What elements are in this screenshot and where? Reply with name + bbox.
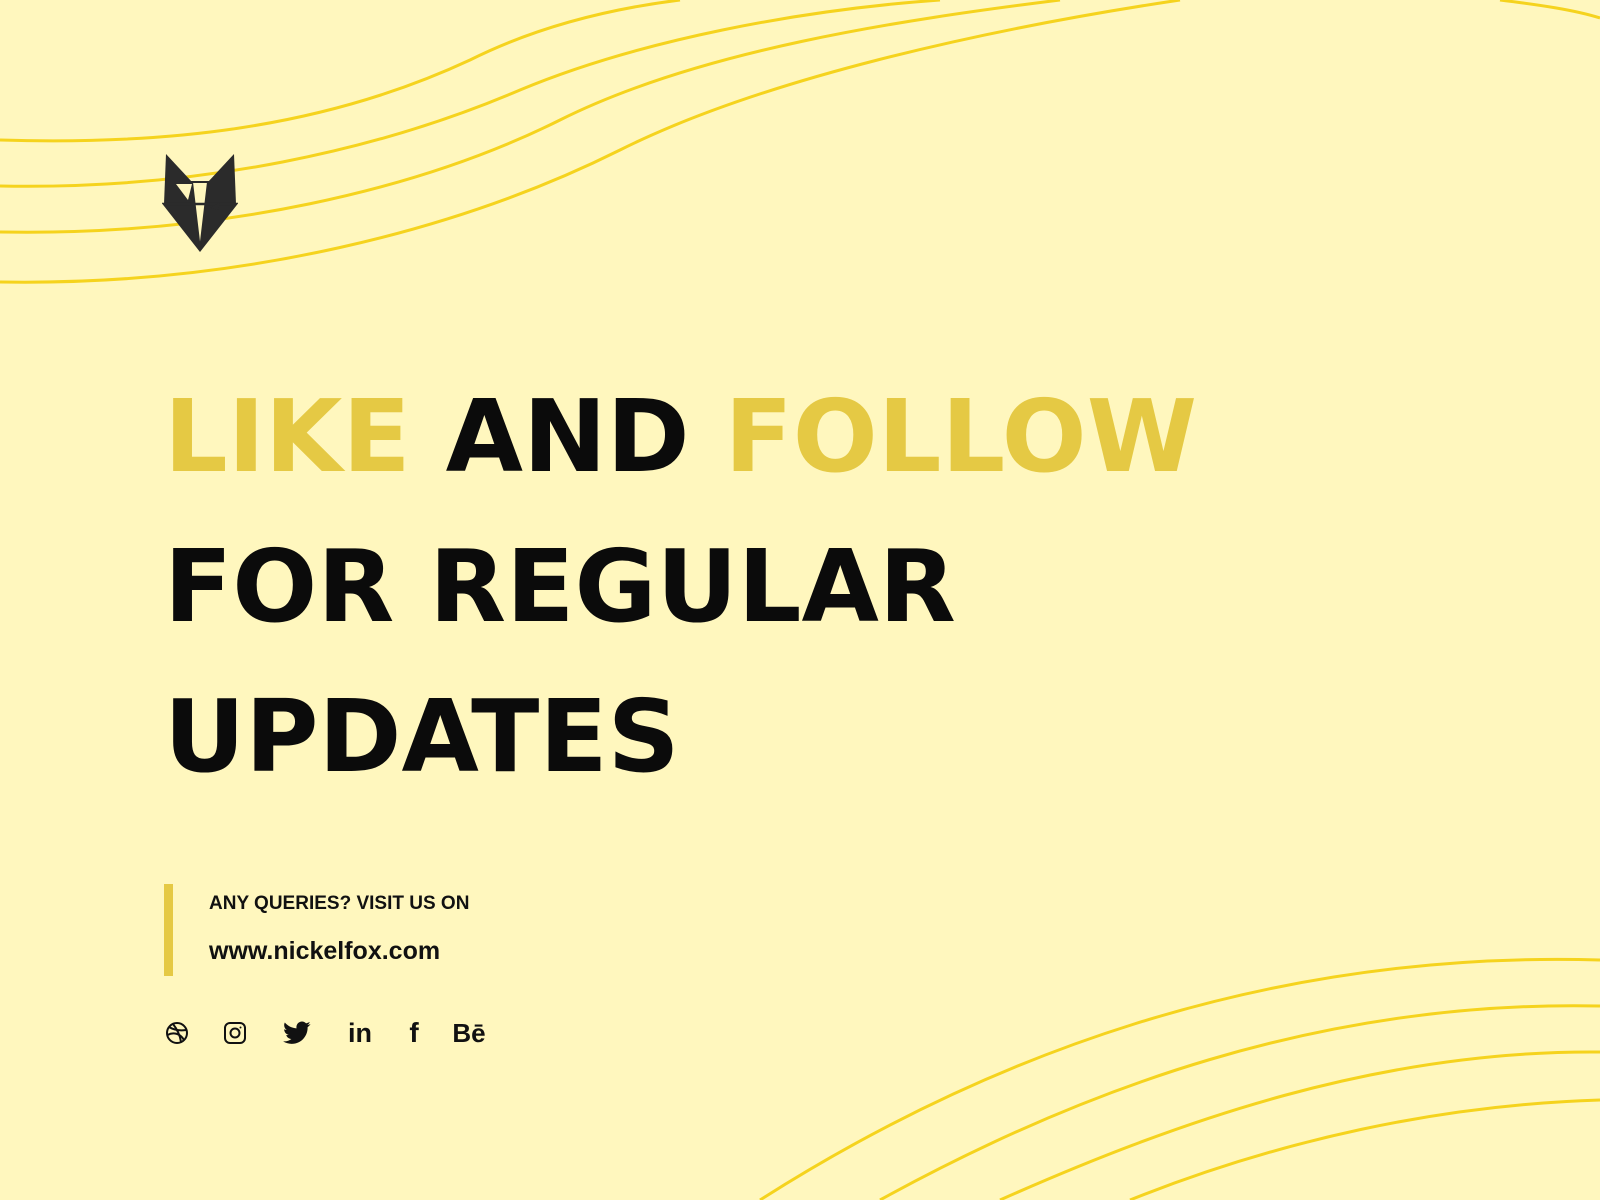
behance-icon[interactable]: Bē [450,1016,488,1050]
fox-head-logo [161,150,239,253]
contact-block: ANY QUERIES? VISIT US ON www.nickelfox.c… [164,884,469,976]
headline-line-3: UPDATES [164,678,680,795]
headline-line-1: LIKE AND FOLLOW [164,362,1197,512]
headline-word-like: LIKE [164,378,411,495]
contact-label: ANY QUERIES? VISIT US ON [209,893,470,914]
instagram-icon[interactable] [222,1016,248,1050]
headline: LIKE AND FOLLOW FOR REGULAR UPDATES [164,362,1197,812]
headline-line-2: FOR REGULAR [164,528,956,645]
linkedin-icon[interactable]: in [344,1016,376,1050]
headline-word-follow: FOLLOW [724,378,1197,495]
website-link[interactable]: www.nickelfox.com [209,936,469,966]
dribbble-icon[interactable] [164,1016,190,1050]
facebook-icon[interactable]: f [404,1016,424,1050]
twitter-icon[interactable] [282,1016,312,1050]
headline-word-and: AND [445,378,690,495]
